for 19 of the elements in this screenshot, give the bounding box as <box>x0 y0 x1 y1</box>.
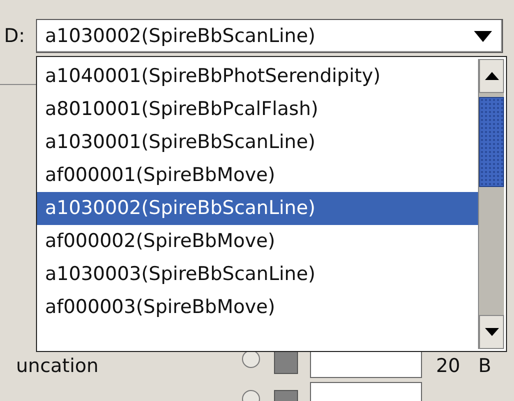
row-name: B <box>478 354 492 378</box>
row-label: uncation <box>15 354 100 378</box>
color-swatch[interactable] <box>274 350 298 374</box>
dropdown-item[interactable]: a1030002(SpireBbScanLine) <box>37 192 478 225</box>
scrollbar[interactable] <box>478 59 504 349</box>
dropdown-item[interactable]: a8010001(SpireBbPcalFlash) <box>37 93 478 126</box>
dropdown-item[interactable]: af000002(SpireBbMove) <box>37 225 478 258</box>
dropdown-item[interactable]: a1040001(SpireBbPhotSerendipity) <box>37 60 478 93</box>
dropdown-item[interactable]: af000001(SpireBbMove) <box>37 159 478 192</box>
dropdown-item[interactable]: a1030001(SpireBbScanLine) <box>37 126 478 159</box>
dropdown-item[interactable]: af000003(SpireBbMove) <box>37 291 478 324</box>
field-label: D: <box>4 25 26 47</box>
scroll-up-icon[interactable] <box>484 72 498 80</box>
row-number: 20 <box>436 354 460 378</box>
combo-box[interactable]: a1030002(SpireBbScanLine) <box>36 19 503 53</box>
scroll-down-icon[interactable] <box>484 328 498 336</box>
dropdown-item[interactable]: a1030003(SpireBbScanLine) <box>37 258 478 291</box>
caret-icon <box>474 30 492 42</box>
scroll-thumb[interactable] <box>479 97 504 187</box>
